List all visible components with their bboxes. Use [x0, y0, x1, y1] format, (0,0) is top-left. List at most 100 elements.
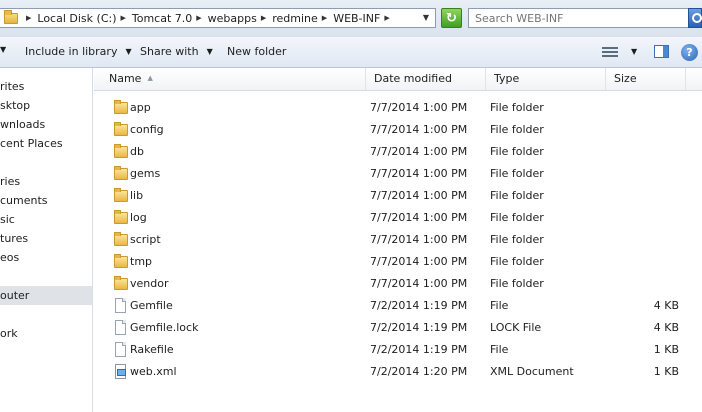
file-type: File folder	[490, 123, 544, 136]
file-type: LOCK File	[490, 321, 542, 334]
file-name: db	[130, 145, 144, 158]
nav-item-favorites[interactable]: rites	[0, 77, 92, 96]
file-name: app	[130, 101, 151, 114]
file-row[interactable]: log 7/7/2014 1:00 PM File folder	[94, 207, 702, 229]
include-in-library-button[interactable]: Include in library ▼	[25, 45, 132, 58]
file-date-modified: 7/2/2014 1:20 PM	[370, 365, 468, 378]
nav-item-videos[interactable]: eos	[0, 248, 92, 267]
file-row[interactable]: gems 7/7/2014 1:00 PM File folder	[94, 163, 702, 185]
file-row[interactable]: db 7/7/2014 1:00 PM File folder	[94, 141, 702, 163]
file-row[interactable]: vendor 7/7/2014 1:00 PM File folder	[94, 273, 702, 295]
file-size: 4 KB	[653, 321, 679, 334]
file-type: File folder	[490, 255, 544, 268]
breadcrumb-tomcat[interactable]: Tomcat 7.0 ▶	[132, 12, 208, 25]
share-with-label: Share with	[140, 45, 199, 58]
folder-icon	[114, 166, 128, 180]
column-header-row: Name ▲ Date modified Type Size	[94, 68, 702, 91]
file-date-modified: 7/7/2014 1:00 PM	[370, 167, 468, 180]
view-dropdown-arrow[interactable]: ▼	[631, 47, 637, 56]
file-date-modified: 7/7/2014 1:00 PM	[370, 255, 468, 268]
file-type: File folder	[490, 233, 544, 246]
include-in-library-label: Include in library	[25, 45, 118, 58]
folder-icon	[114, 232, 128, 246]
help-icon[interactable]: ?	[681, 44, 698, 61]
file-size	[606, 207, 679, 229]
file-date-modified: 7/2/2014 1:19 PM	[370, 343, 468, 356]
file-row[interactable]: lib 7/7/2014 1:00 PM File folder	[94, 185, 702, 207]
file-date-modified: 7/7/2014 1:00 PM	[370, 145, 468, 158]
navigation-pane: rites sktop wnloads cent Places ries cum…	[0, 68, 93, 412]
nav-item-documents[interactable]: cuments	[0, 191, 92, 210]
file-date-modified: 7/2/2014 1:19 PM	[370, 299, 468, 312]
file-row[interactable]: Gemfile 7/2/2014 1:19 PM File 4 KB	[94, 295, 702, 317]
file-size: 4 KB	[653, 299, 679, 312]
folder-icon	[114, 276, 128, 290]
file-type: File folder	[490, 277, 544, 290]
nav-item-desktop[interactable]: sktop	[0, 96, 92, 115]
breadcrumb-label: Tomcat 7.0	[131, 11, 193, 25]
search-icon[interactable]	[688, 8, 702, 28]
column-header-name-label: Name	[109, 72, 142, 85]
nav-item-computer[interactable]: outer	[0, 286, 92, 305]
sort-ascending-icon: ▲	[147, 74, 153, 82]
file-size	[606, 273, 679, 295]
file-row[interactable]: web.xml 7/2/2014 1:20 PM XML Document 1 KB	[94, 361, 702, 383]
address-bar: ▶ Local Disk (C:) ▶ Tomcat 7.0 ▶ webapps ▶ …	[0, 0, 702, 38]
column-header-size[interactable]: Size	[606, 68, 686, 90]
share-with-button[interactable]: Share with ▼	[140, 45, 213, 58]
nav-item-downloads[interactable]: wnloads	[0, 115, 92, 134]
refresh-icon: ↻	[446, 10, 457, 26]
file-list: Name ▲ Date modified Type Size app 7/7/201…	[94, 68, 702, 412]
nav-item-libraries[interactable]: ries	[0, 172, 92, 191]
file-row[interactable]: Rakefile 7/2/2014 1:19 PM File 1 KB	[94, 339, 702, 361]
file-size	[606, 251, 679, 273]
file-date-modified: 7/7/2014 1:00 PM	[370, 211, 468, 224]
file-name: Gemfile.lock	[130, 321, 199, 334]
nav-item-pictures[interactable]: tures	[0, 229, 92, 248]
column-header-date-modified[interactable]: Date modified	[366, 68, 486, 90]
breadcrumb-local-disk[interactable]: Local Disk (C:) ▶	[37, 12, 132, 25]
file-name: lib	[130, 189, 144, 202]
file-name: Gemfile	[130, 299, 173, 312]
organize-dropdown-arrow[interactable]: ▼	[0, 45, 6, 54]
breadcrumb-label: Local Disk (C:)	[37, 11, 117, 25]
file-type: File	[490, 343, 509, 356]
file-row[interactable]: script 7/7/2014 1:00 PM File folder	[94, 229, 702, 251]
folder-icon	[4, 9, 18, 24]
breadcrumb-web-inf[interactable]: WEB-INF ▶	[333, 12, 396, 25]
new-folder-label: New folder	[227, 45, 287, 58]
file-size	[606, 163, 679, 185]
address-history-dropdown[interactable]: ▼	[423, 13, 429, 22]
column-header-name[interactable]: Name ▲	[94, 68, 366, 90]
nav-item-music[interactable]: sic	[0, 210, 92, 229]
new-folder-button[interactable]: New folder	[227, 45, 286, 58]
breadcrumb-redmine[interactable]: redmine ▶	[272, 12, 333, 25]
file-type: File folder	[490, 189, 544, 202]
xml-document-icon	[115, 364, 126, 379]
file-row[interactable]: tmp 7/7/2014 1:00 PM File folder	[94, 251, 702, 273]
file-row[interactable]: config 7/7/2014 1:00 PM File folder	[94, 119, 702, 141]
address-box[interactable]: ▶ Local Disk (C:) ▶ Tomcat 7.0 ▶ webapps ▶ …	[0, 8, 436, 28]
file-date-modified: 7/7/2014 1:00 PM	[370, 101, 468, 114]
nav-item-recent-places[interactable]: cent Places	[0, 134, 92, 153]
file-icon	[115, 320, 126, 335]
breadcrumb-webapps[interactable]: webapps ▶	[208, 12, 273, 25]
change-view-icon[interactable]	[602, 46, 618, 58]
file-row[interactable]: app 7/7/2014 1:00 PM File folder	[94, 97, 702, 119]
column-header-type[interactable]: Type	[486, 68, 606, 90]
file-size: 1 KB	[653, 343, 679, 356]
breadcrumb-label: WEB-INF	[333, 11, 381, 25]
file-name: config	[130, 123, 164, 136]
preview-pane-icon[interactable]	[654, 45, 669, 58]
file-name: vendor	[130, 277, 169, 290]
search-input[interactable]	[475, 11, 675, 25]
folder-icon	[114, 144, 128, 158]
file-size	[606, 229, 679, 251]
refresh-button[interactable]: ↻	[441, 8, 462, 28]
file-size	[606, 141, 679, 163]
breadcrumb-root-chevron[interactable]: ▶	[22, 14, 37, 22]
file-row[interactable]: Gemfile.lock 7/2/2014 1:19 PM LOCK File 4 K…	[94, 317, 702, 339]
folder-icon	[114, 210, 128, 224]
file-name: tmp	[130, 255, 153, 268]
nav-item-network[interactable]: ork	[0, 324, 92, 343]
